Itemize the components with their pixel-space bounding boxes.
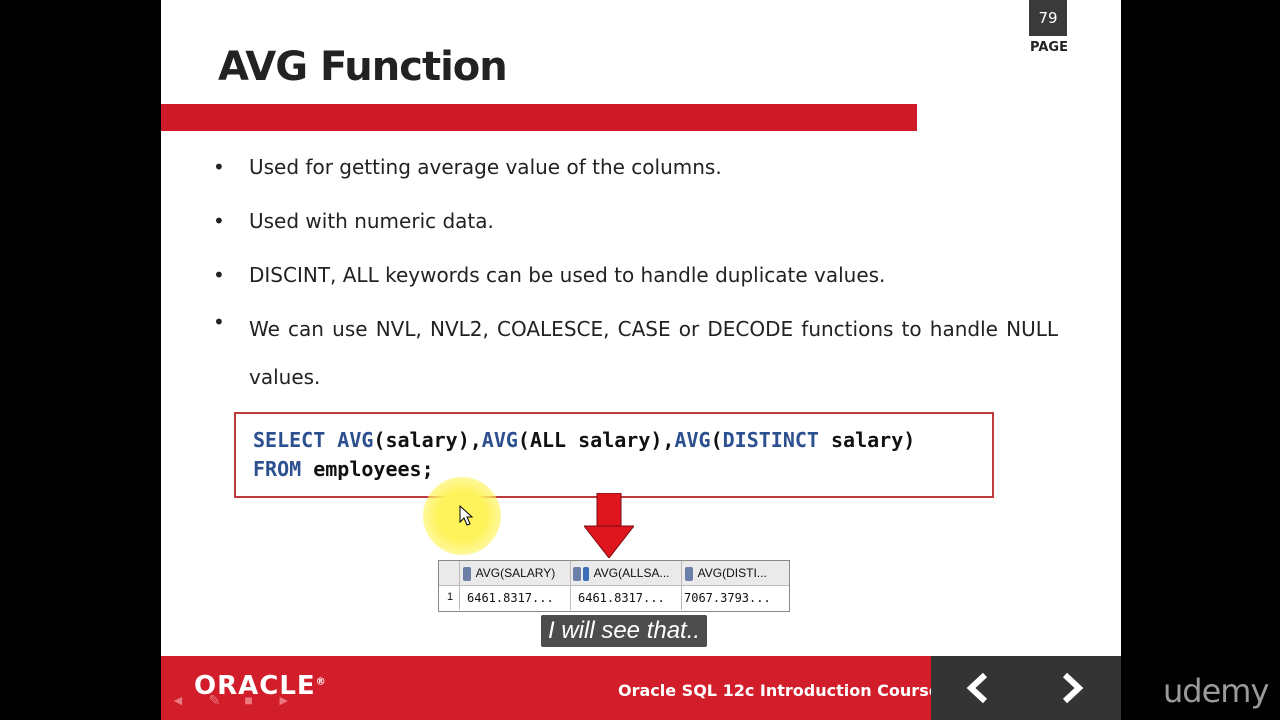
column-divider xyxy=(459,561,460,610)
down-arrow-icon xyxy=(584,493,634,558)
row-number: 1 xyxy=(447,591,454,603)
sort-icon xyxy=(583,566,589,581)
sql-text: salary) xyxy=(818,428,916,452)
slide-title: AVG Function xyxy=(218,44,508,90)
sql-text: (ALL salary), xyxy=(517,428,675,452)
sql-text: (salary), xyxy=(373,428,482,452)
bullet-dot-icon: • xyxy=(213,155,225,179)
column-type-icon xyxy=(685,566,693,581)
column-divider xyxy=(681,561,682,610)
bullet-item: • DISCINT, ALL keywords can be used to ha… xyxy=(213,258,1058,292)
slide-navigation xyxy=(931,656,1121,720)
slide-footer: ◄ ✎ ■ ► ORACLE® Oracle SQL 12c Introduct… xyxy=(161,656,1121,720)
page-number-badge: 79 xyxy=(1029,0,1067,36)
sql-keyword: DISTINCT xyxy=(722,428,819,452)
result-cell[interactable]: 6461.8317... xyxy=(578,591,665,605)
course-title: Oracle SQL 12c Introduction Course xyxy=(618,681,940,700)
column-type-icon xyxy=(463,566,471,581)
sql-line-2: FROM employees; xyxy=(253,455,915,484)
bullet-dot-icon: • xyxy=(213,310,225,334)
sql-text: ( xyxy=(710,428,723,452)
sql-code: SELECT AVG(salary),AVG(ALL salary),AVG(D… xyxy=(253,426,915,484)
sql-code-box: SELECT AVG(salary),AVG(ALL salary),AVG(D… xyxy=(234,412,994,498)
bullet-list: • Used for getting average value of the c… xyxy=(213,150,1058,421)
title-underline-bar xyxy=(161,104,917,131)
column-header-avg-all-salary[interactable]: AVG(ALLSA... xyxy=(573,566,669,581)
next-slide-button[interactable] xyxy=(1051,670,1091,706)
result-cell[interactable]: 7067.3793... xyxy=(684,591,771,605)
video-subtitle: I will see that.. xyxy=(541,615,708,647)
slide: 79 PAGE AVG Function • Used for getting a… xyxy=(161,0,1121,720)
column-header-avg-salary[interactable]: AVG(SALARY) xyxy=(463,566,555,581)
query-result-grid[interactable]: AVG(SALARY) AVG(ALLSA... AVG(DISTI... 1 … xyxy=(438,560,790,612)
sql-text: employees; xyxy=(301,457,434,481)
result-cell[interactable]: 6461.8317... xyxy=(467,591,554,605)
udemy-watermark-logo: udemy xyxy=(1163,672,1269,710)
previous-slide-button[interactable] xyxy=(959,670,999,706)
bullet-item: • Used for getting average value of the c… xyxy=(213,150,1058,184)
sql-keyword: AVG xyxy=(337,428,374,452)
sql-keyword: SELECT xyxy=(253,428,338,452)
bullet-item: • We can use NVL, NVL2, COALESCE, CASE or… xyxy=(213,305,1058,401)
column-type-icon xyxy=(573,566,581,581)
mouse-cursor-icon xyxy=(459,505,474,526)
column-header-avg-distinct[interactable]: AVG(DISTI... xyxy=(685,566,767,581)
sql-keyword: AVG xyxy=(674,428,711,452)
column-divider xyxy=(570,561,571,610)
oracle-logo: ORACLE® xyxy=(194,671,327,701)
bullet-dot-icon: • xyxy=(213,209,225,233)
sql-keyword: FROM xyxy=(253,457,302,481)
bullet-item: • Used with numeric data. xyxy=(213,204,1058,238)
sql-line-1: SELECT AVG(salary),AVG(ALL salary),AVG(D… xyxy=(253,426,915,455)
sql-keyword: AVG xyxy=(481,428,518,452)
page-label: PAGE xyxy=(1030,40,1068,55)
bullet-dot-icon: • xyxy=(213,263,225,287)
